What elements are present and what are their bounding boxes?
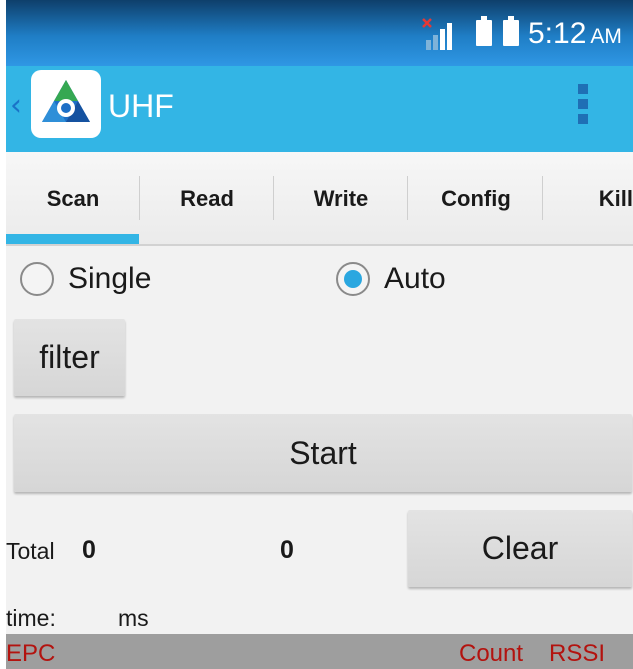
tab-write[interactable]: Write <box>274 152 408 244</box>
epc-column-header: EPC <box>6 640 56 667</box>
radio-unchecked-icon <box>20 262 54 296</box>
time-label: time: <box>6 605 56 631</box>
tab-indicator <box>6 234 139 244</box>
app-logo-icon[interactable] <box>31 70 101 138</box>
radio-checked-icon <box>336 262 370 296</box>
status-clock: 5:12 AM <box>528 17 622 50</box>
auto-mode-label: Auto <box>384 262 446 295</box>
start-button[interactable]: Start <box>14 414 632 492</box>
battery-icon <box>476 16 492 46</box>
app-screen: 5:12 AM ‹ UHF Scan Read Write Config Kill… <box>6 0 633 669</box>
tab-scan[interactable]: Scan <box>6 152 140 244</box>
overflow-menu-icon[interactable] <box>578 84 590 126</box>
tab-config[interactable]: Config <box>409 152 543 244</box>
rssi-column-header: RSSI <box>549 640 606 667</box>
filter-button[interactable]: filter <box>14 319 125 396</box>
single-mode-radio[interactable]: Single <box>20 258 180 300</box>
app-title: UHF <box>108 88 174 124</box>
battery-icon <box>503 16 519 46</box>
status-bar: 5:12 AM <box>6 0 633 66</box>
no-sim-signal-icon <box>422 18 452 50</box>
total-label: Total <box>6 538 55 564</box>
total-value: 0 <box>82 536 96 564</box>
time-unit: ms <box>118 605 149 631</box>
action-bar: ‹ UHF <box>6 66 633 152</box>
list-header: EPC Count RSSI <box>6 634 633 669</box>
tab-kill[interactable]: Kill <box>544 152 633 244</box>
tab-read[interactable]: Read <box>140 152 274 244</box>
clear-button[interactable]: Clear <box>408 510 632 587</box>
count-value: 0 <box>280 536 294 564</box>
tab-bar: Scan Read Write Config Kill <box>6 152 633 246</box>
back-chevron-icon[interactable]: ‹ <box>10 86 22 126</box>
count-column-header: Count <box>459 640 524 667</box>
single-mode-label: Single <box>68 262 152 295</box>
auto-mode-radio[interactable]: Auto <box>336 258 476 300</box>
